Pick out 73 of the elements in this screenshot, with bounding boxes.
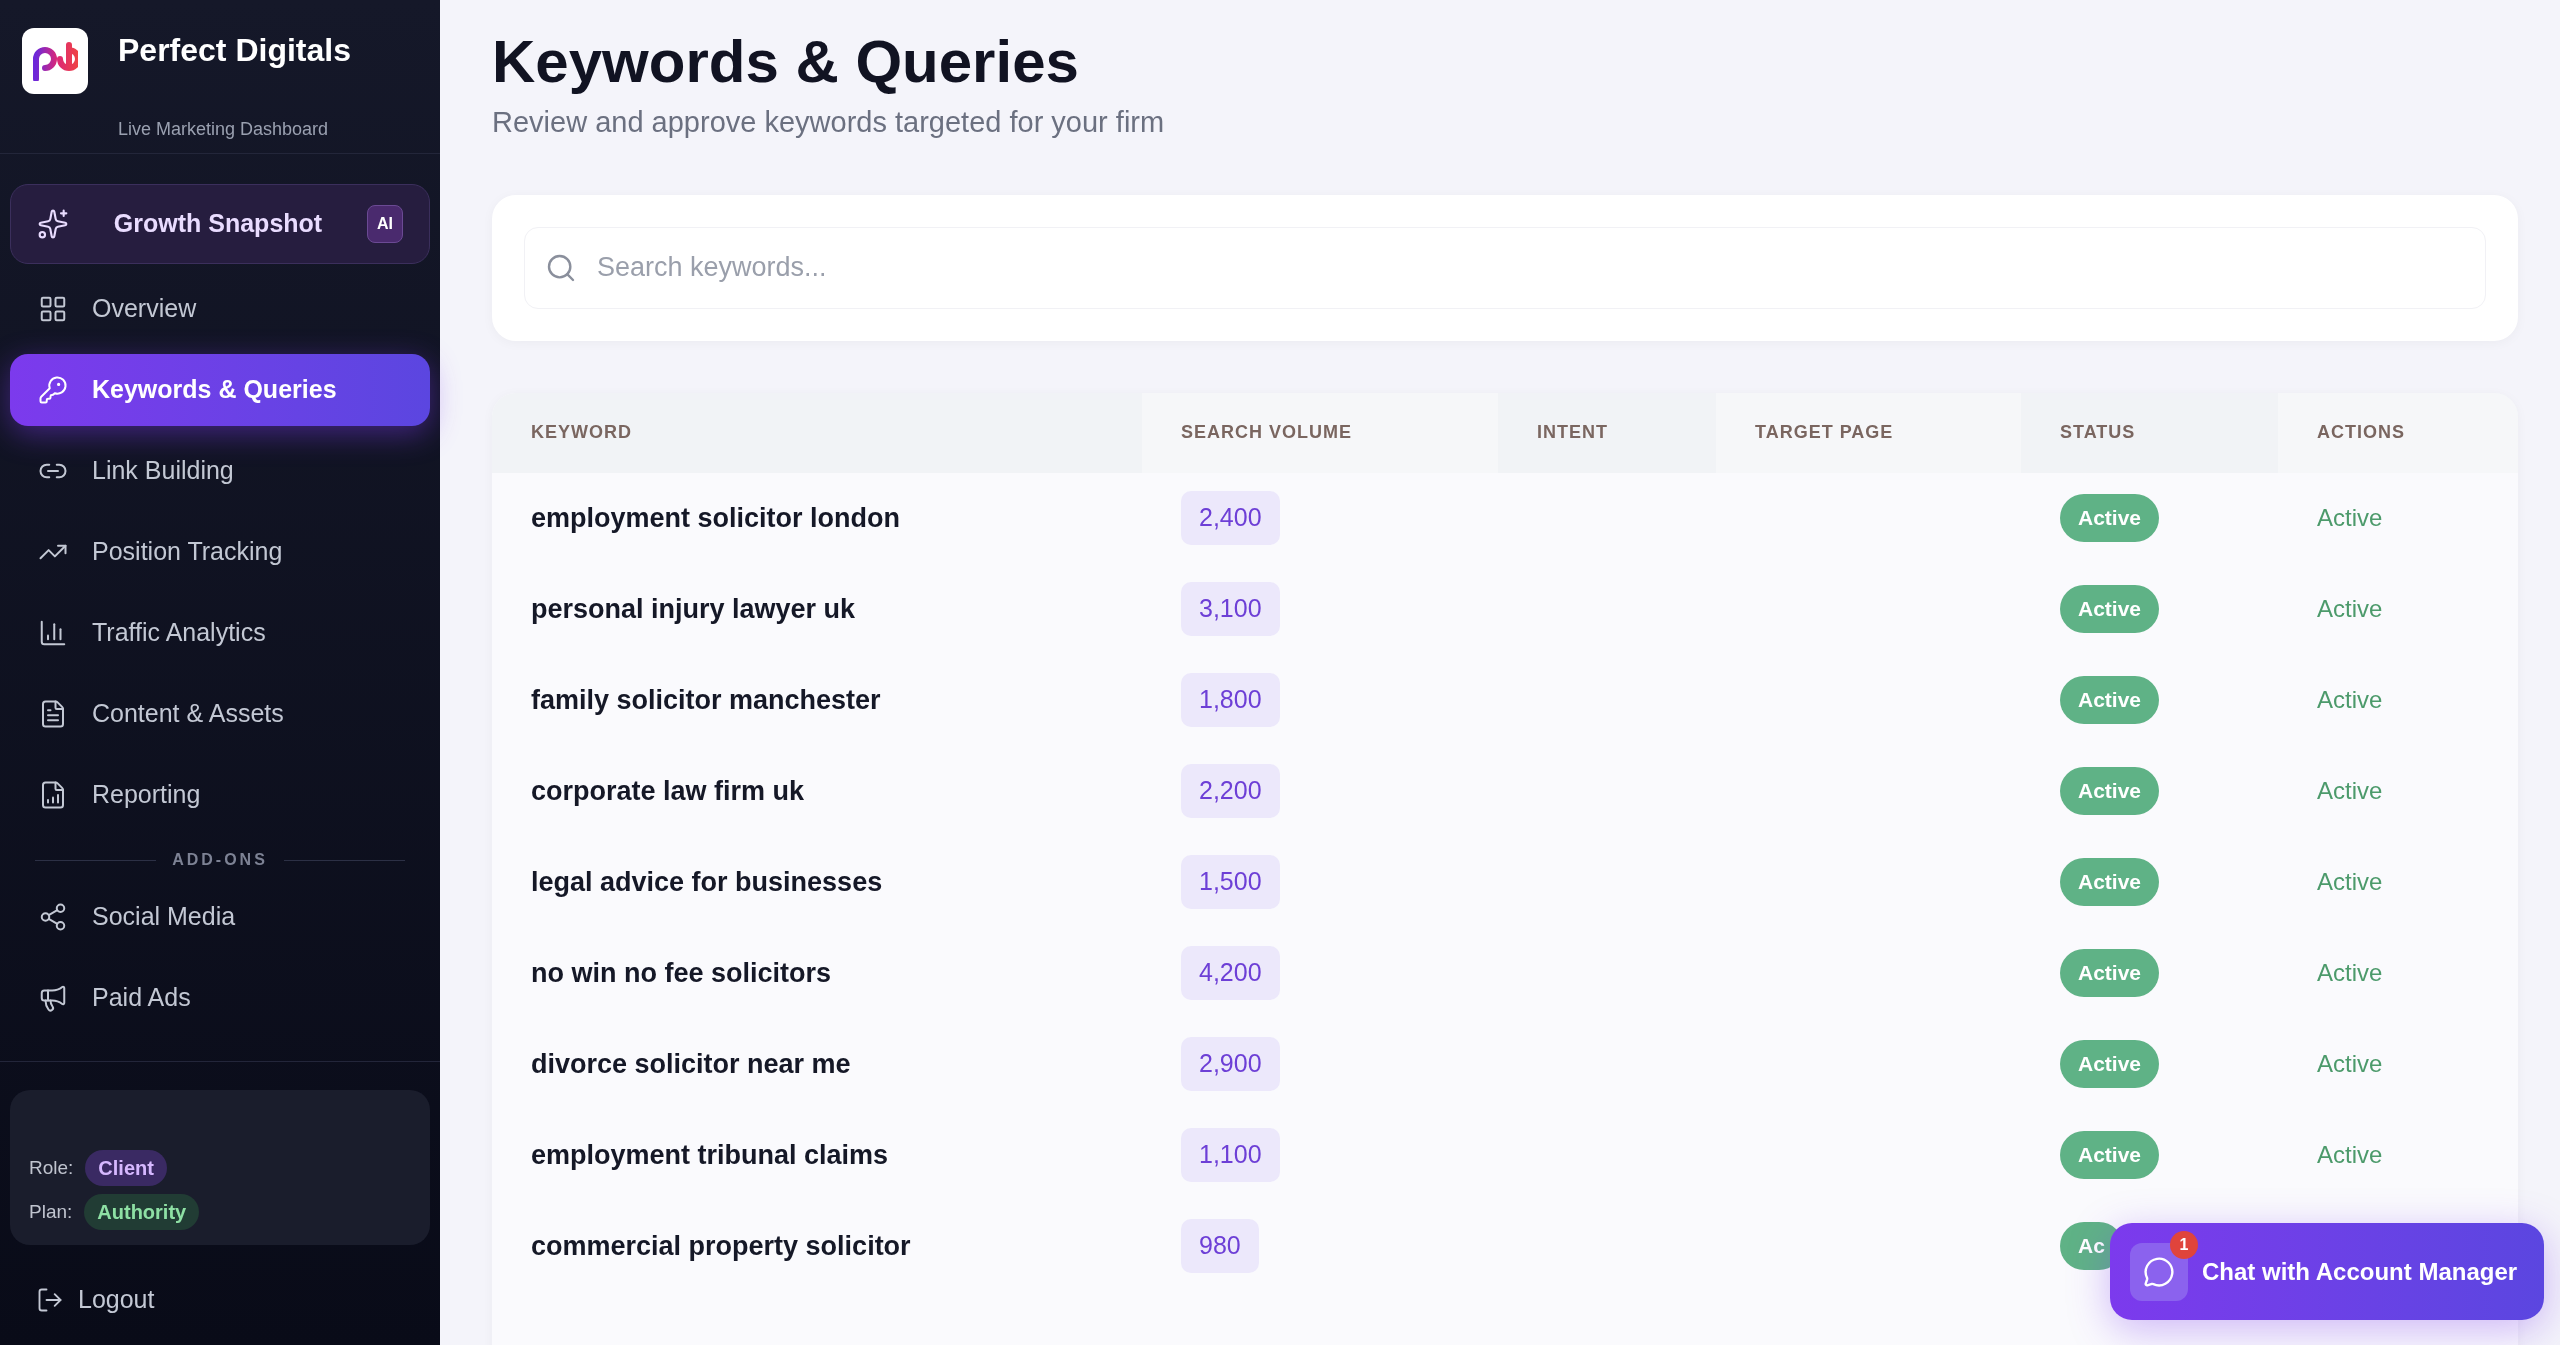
search-box[interactable]: Search keywords... xyxy=(524,226,2486,309)
action-label: Active xyxy=(2317,686,2383,713)
chat-button[interactable]: 1 Chat with Account Manager xyxy=(2110,1223,2544,1320)
megaphone-icon xyxy=(38,983,68,1013)
brand-tagline: Live Marketing Dashboard xyxy=(118,118,330,141)
nav-item[interactable]: Reporting xyxy=(10,759,430,831)
role-label: Role: xyxy=(29,1155,74,1180)
notification-badge: 1 xyxy=(2170,1230,2198,1259)
plan-label: Plan: xyxy=(29,1199,73,1224)
status-badge: Active xyxy=(2060,494,2160,542)
keyword-cell-text: personal injury lawyer uk xyxy=(530,592,857,626)
keyword-cell-text: no win no fee solicitors xyxy=(530,956,833,990)
status-badge: Active xyxy=(2060,1040,2160,1088)
brand-name: Perfect Digitals xyxy=(118,31,351,70)
keyword-cell-text: commercial property solicitor xyxy=(530,1229,912,1263)
nav-item[interactable]: Position Tracking xyxy=(10,516,430,588)
nav-item[interactable]: Overview xyxy=(10,273,430,345)
chat-icon xyxy=(2143,1255,2175,1288)
keyword-cell-text: family solicitor manchester xyxy=(530,683,882,717)
column-header: STATUS xyxy=(2059,421,2137,444)
column-header: ACTIONS xyxy=(2278,392,2518,473)
keyword-cell-text: divorce solicitor near me xyxy=(530,1047,852,1081)
keyword-cell-text: employment solicitor london xyxy=(530,501,902,535)
volume-tag: 2,200 xyxy=(1181,764,1280,818)
column-header: TARGET PAGE xyxy=(1716,392,2021,473)
action-label: Active xyxy=(2317,777,2383,804)
status-badge: Active xyxy=(2060,1131,2160,1179)
page-subtitle: Review and approve keywords targeted for your firm xyxy=(492,105,1166,140)
volume-tag: 980 xyxy=(1181,1219,1259,1273)
nav-item[interactable]: Content & Assets xyxy=(10,678,430,750)
growth-snapshot-button[interactable]: Growth Snapshot AI xyxy=(10,184,430,264)
volume-tag: 1,800 xyxy=(1181,673,1280,727)
logo-icon xyxy=(32,41,78,81)
volume-tag: 1,100 xyxy=(1181,1128,1280,1182)
action-label: Active xyxy=(2317,1050,2383,1077)
plan-tag: Authority xyxy=(84,1194,200,1230)
volume-tag: 2,400 xyxy=(1181,491,1280,545)
column-header: KEYWORD xyxy=(530,421,633,444)
section-heading: ADD-ONS xyxy=(172,850,268,870)
status-badge: Active xyxy=(2060,585,2160,633)
nav-item[interactable]: Keywords & Queries xyxy=(10,354,430,426)
ai-badge: AI xyxy=(367,205,403,243)
logout-button[interactable]: Logout xyxy=(10,1281,430,1319)
nav-item[interactable]: Link Building xyxy=(10,435,430,507)
status-badge: Active xyxy=(2060,676,2160,724)
column-header: SEARCH VOLUME xyxy=(1142,392,1498,473)
action-label: Active xyxy=(2317,868,2383,895)
sparkle-icon xyxy=(37,208,69,240)
status-badge: Active xyxy=(2060,858,2160,906)
volume-tag: 3,100 xyxy=(1181,582,1280,636)
volume-tag: 2,900 xyxy=(1181,1037,1280,1091)
keyword-cell-text: employment tribunal claims xyxy=(530,1138,890,1172)
volume-tag: 1,500 xyxy=(1181,855,1280,909)
action-label: Active xyxy=(2317,504,2383,531)
keyword-cell-text: corporate law firm uk xyxy=(530,774,806,808)
page-title: Keywords & Queries xyxy=(492,27,1080,97)
action-label: Active xyxy=(2317,1141,2383,1168)
grid-icon xyxy=(38,294,68,324)
key-icon xyxy=(38,375,68,405)
search-field[interactable]: Search keywords... xyxy=(597,239,2465,296)
bar-chart-icon xyxy=(38,618,68,648)
status-badge: Active xyxy=(2060,949,2160,997)
status-badge: Active xyxy=(2060,767,2160,815)
action-label: Active xyxy=(2317,595,2383,622)
volume-tag: 4,200 xyxy=(1181,946,1280,1000)
action-label: Active xyxy=(2317,959,2383,986)
nav-item[interactable]: Paid Ads xyxy=(10,962,430,1034)
column-header: INTENT xyxy=(1536,421,1609,444)
nav-item[interactable]: Social Media xyxy=(10,881,430,953)
share-icon xyxy=(38,902,68,932)
keyword-cell-text: legal advice for businesses xyxy=(530,865,884,899)
nav-item[interactable]: Traffic Analytics xyxy=(10,597,430,669)
role-tag: Client xyxy=(85,1150,167,1186)
